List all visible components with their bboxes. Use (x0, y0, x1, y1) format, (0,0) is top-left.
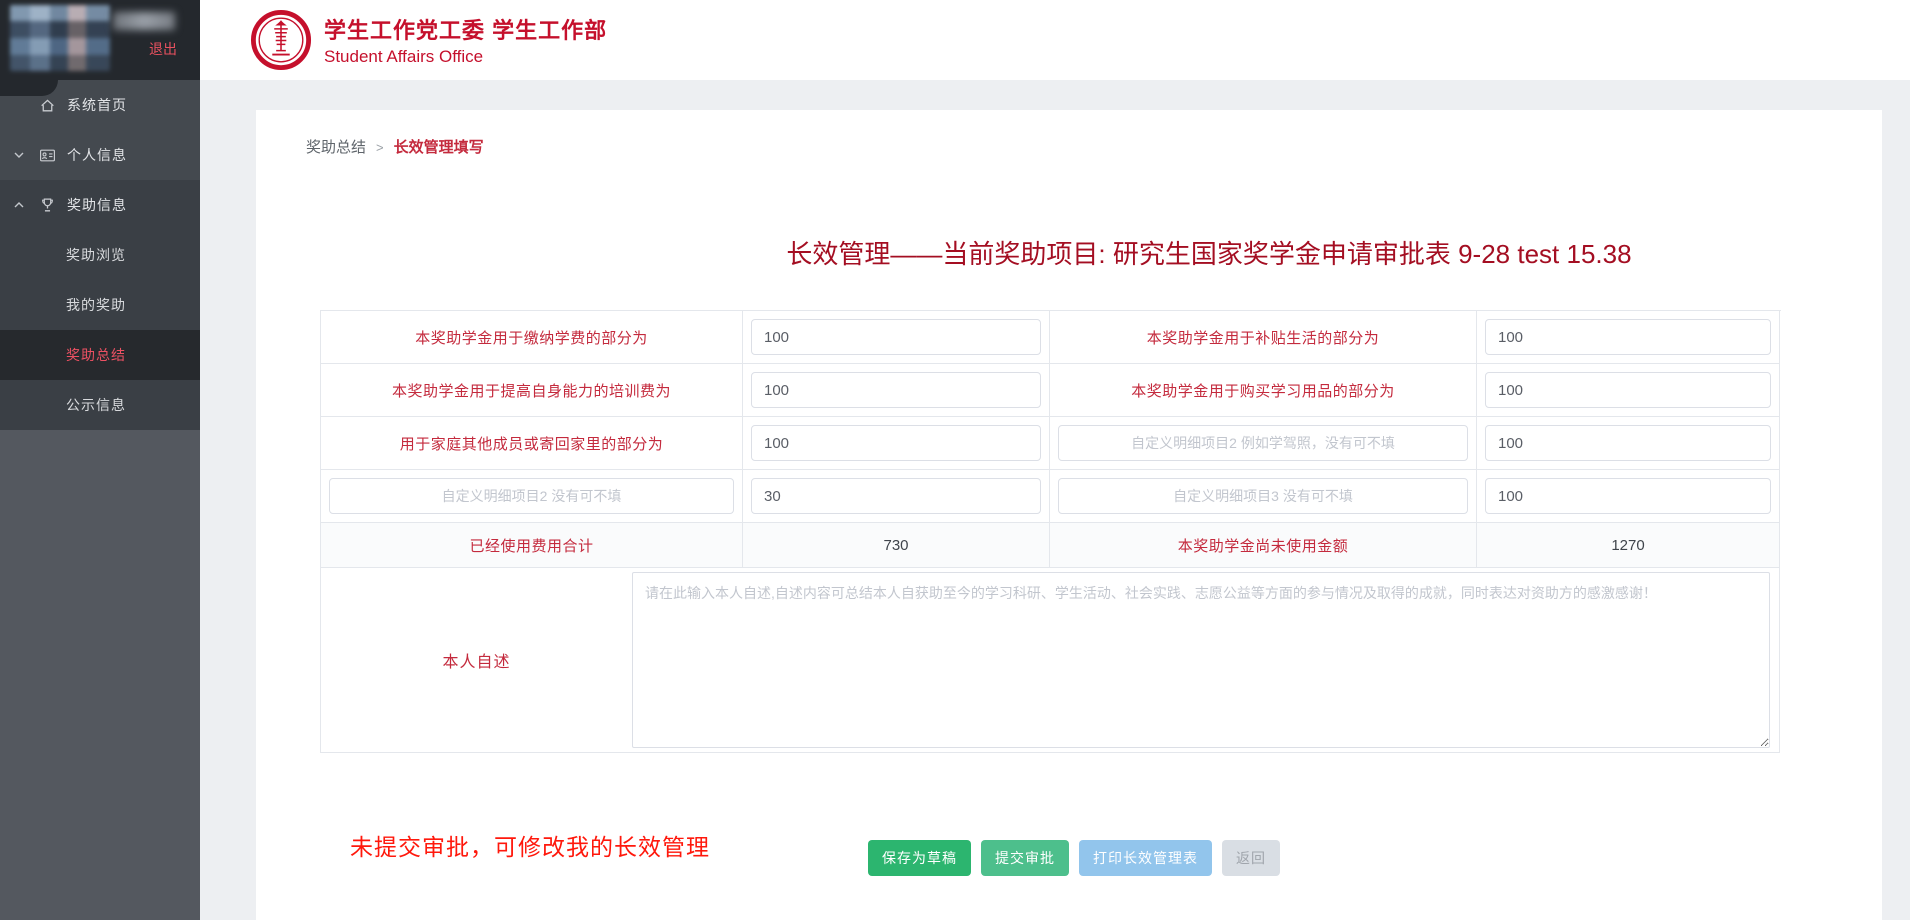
sidebar-subitem-public-info[interactable]: 公示信息 (0, 380, 200, 430)
award-icon (39, 197, 56, 214)
org-title-cn: 学生工作党工委 学生工作部 (324, 13, 607, 45)
sidebar-menu: 系统首页 个人信息 奖助信息 奖助浏览 我的奖助 奖助总结 公示信息 (0, 80, 200, 430)
field-label: 本奖助学金用于缴纳学费的部分为 (415, 327, 648, 348)
field-label: 已经使用费用合计 (469, 535, 593, 556)
back-button[interactable]: 返回 (1222, 840, 1280, 876)
status-notice: 未提交审批，可修改我的长效管理 (350, 828, 710, 862)
page-body: 奖助总结 > 长效管理填写 长效管理——当前奖助项目: 研究生国家奖学金申请审批表 … (200, 80, 1910, 920)
sidebar-item-label: 个人信息 (67, 145, 127, 165)
training-fee-input[interactable] (751, 372, 1041, 408)
avatar (10, 5, 110, 71)
used-total-value: 730 (743, 523, 1050, 568)
living-portion-input[interactable] (1485, 319, 1771, 355)
print-form-button[interactable]: 打印长效管理表 (1079, 840, 1212, 876)
action-bar: 保存为草稿 提交审批 打印长效管理表 返回 (868, 840, 1280, 876)
save-draft-button[interactable]: 保存为草稿 (868, 840, 971, 876)
id-card-icon (39, 147, 56, 164)
tuition-portion-input[interactable] (751, 319, 1041, 355)
unused-amount-value: 1270 (1477, 523, 1780, 568)
org-title-en: Student Affairs Office (324, 47, 607, 67)
content-card: 奖助总结 > 长效管理填写 长效管理——当前奖助项目: 研究生国家奖学金申请审批表 … (256, 110, 1882, 920)
breadcrumb-separator: > (376, 140, 384, 155)
field-label: 本奖助学金尚未使用金额 (1178, 535, 1349, 556)
sidebar-background (0, 430, 200, 920)
sidebar-item-label: 奖助信息 (67, 195, 127, 215)
university-seal-logo (250, 9, 312, 71)
app-header: 学生工作党工委 学生工作部 Student Affairs Office (200, 0, 1910, 80)
sidebar-item-awards[interactable]: 奖助信息 (0, 180, 200, 230)
home-icon (39, 97, 56, 114)
page-title: 长效管理——当前奖助项目: 研究生国家奖学金申请审批表 9-28 test 15… (256, 234, 1882, 271)
chevron-up-icon (12, 202, 26, 208)
field-label: 本人自述 (442, 648, 510, 672)
breadcrumb-parent[interactable]: 奖助总结 (306, 139, 366, 156)
custom-item2-name-input[interactable] (1058, 425, 1468, 461)
user-panel: 退出 (0, 0, 200, 80)
custom-item3-name-input[interactable] (1058, 478, 1468, 514)
submit-approval-button[interactable]: 提交审批 (981, 840, 1069, 876)
field-label: 本奖助学金用于购买学习用品的部分为 (1131, 380, 1395, 401)
family-support-input[interactable] (751, 425, 1041, 461)
custom-item2-amount-input[interactable] (1485, 425, 1771, 461)
sidebar-subitem-award-browse[interactable]: 奖助浏览 (0, 230, 200, 280)
sidebar-subitem-my-awards[interactable]: 我的奖助 (0, 280, 200, 330)
long-term-management-form: 本奖助学金用于缴纳学费的部分为 本奖助学金用于补贴生活的部分为 本奖助学金用于提… (320, 310, 1781, 753)
custom-item2b-amount-input[interactable] (751, 478, 1041, 514)
awards-submenu: 奖助浏览 我的奖助 奖助总结 公示信息 (0, 230, 200, 430)
logout-link[interactable]: 退出 (113, 39, 177, 59)
custom-item3-amount-input[interactable] (1485, 478, 1771, 514)
study-supplies-input[interactable] (1485, 372, 1771, 408)
field-label: 用于家庭其他成员或寄回家里的部分为 (400, 433, 664, 454)
sidebar-subitem-award-summary[interactable]: 奖助总结 (0, 330, 200, 380)
breadcrumb: 奖助总结 > 长效管理填写 (306, 136, 484, 157)
brand-block: 学生工作党工委 学生工作部 Student Affairs Office (324, 13, 607, 67)
field-label: 本奖助学金用于补贴生活的部分为 (1147, 327, 1380, 348)
user-name-redacted (113, 12, 175, 30)
breadcrumb-current: 长效管理填写 (394, 139, 484, 156)
personal-statement-textarea[interactable] (632, 572, 1770, 748)
field-label: 本奖助学金用于提高自身能力的培训费为 (392, 380, 671, 401)
chevron-down-icon (12, 152, 26, 158)
sidebar-item-profile[interactable]: 个人信息 (0, 130, 200, 180)
sidebar: 退出 系统首页 个人信息 奖助信息 (0, 0, 200, 920)
sidebar-item-label: 系统首页 (67, 95, 127, 115)
custom-item2b-name-input[interactable] (329, 478, 734, 514)
